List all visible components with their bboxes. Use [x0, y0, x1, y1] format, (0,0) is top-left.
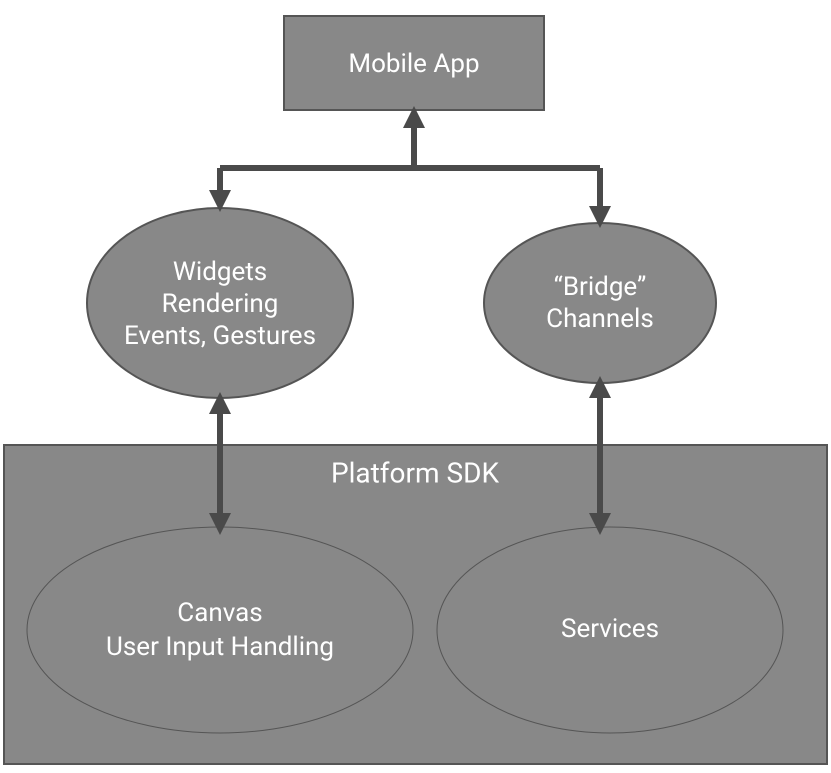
- mobile-app-label: Mobile App: [348, 49, 479, 79]
- bridge-label-line1: “Bridge”: [554, 272, 647, 302]
- canvas-label-line1: Canvas: [177, 598, 262, 628]
- bridge-label-line2: Channels: [546, 304, 654, 334]
- services-label: Services: [561, 614, 659, 644]
- canvas-node: [27, 527, 413, 733]
- widgets-label-line1: Widgets: [173, 257, 267, 287]
- platform-sdk-title: Platform SDK: [331, 456, 500, 489]
- architecture-diagram: Platform SDK Canvas User Input Handling …: [0, 0, 831, 773]
- widgets-label-line3: Events, Gestures: [124, 321, 316, 351]
- canvas-label-line2: User Input Handling: [106, 632, 334, 662]
- widgets-label-line2: Rendering: [162, 289, 279, 319]
- connector-app-to-nodes: [209, 106, 611, 228]
